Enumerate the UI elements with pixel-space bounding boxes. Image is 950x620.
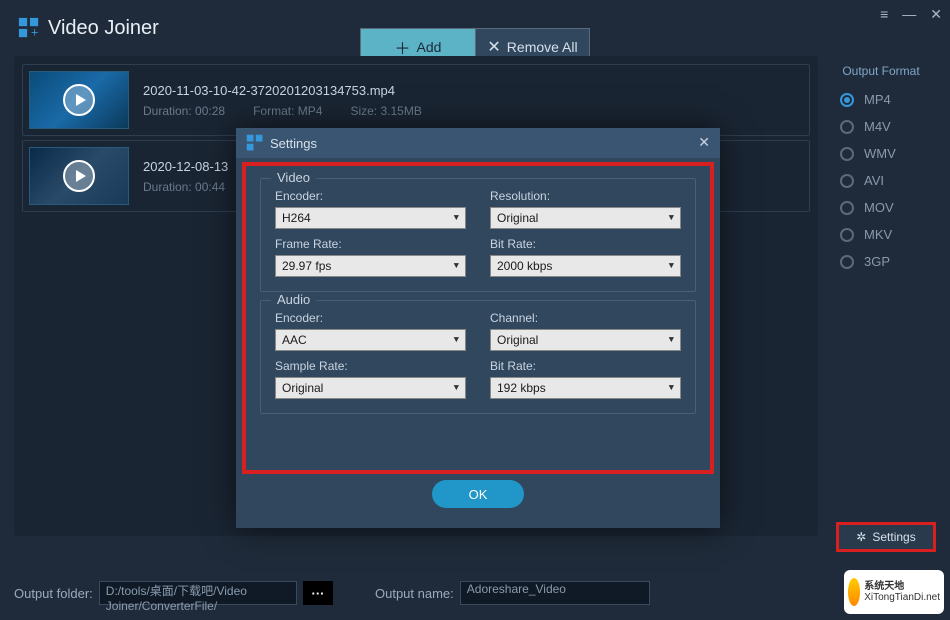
radio-icon [840,93,854,107]
play-icon [63,160,95,192]
app-logo-icon [246,134,264,152]
audio-group: Audio Encoder:AAC Channel:Original Sampl… [260,300,696,414]
radio-icon [840,255,854,269]
format-3gp[interactable]: 3GP [840,254,936,269]
format-wmv[interactable]: WMV [840,146,936,161]
ok-button[interactable]: OK [432,480,524,508]
video-thumbnail[interactable] [29,147,129,205]
audio-bitrate-select[interactable]: 192 kbps [490,377,681,399]
watermark-badge: 系统天地XiTongTianDi.net [844,570,944,614]
video-group: Video Encoder:H264 Resolution:Original F… [260,178,696,292]
minimize-icon[interactable]: — [902,6,916,23]
x-icon: ✕ [487,37,500,57]
format-mkv[interactable]: MKV [840,227,936,242]
settings-dialog: Settings ✕ Video Encoder:H264 Resolution… [236,128,720,528]
audio-encoder-select[interactable]: AAC [275,329,466,351]
close-icon[interactable]: ✕ [930,6,942,23]
output-folder-label: Output folder: [14,586,93,601]
svg-text:+: + [31,24,39,39]
format-mp4[interactable]: MP4 [840,92,936,107]
gear-icon: ✲ [856,530,866,544]
video-thumbnail[interactable] [29,71,129,129]
settings-button[interactable]: ✲Settings [836,522,936,552]
browse-button[interactable]: ··· [303,581,333,605]
radio-icon [840,120,854,134]
app-logo-icon: + [18,17,40,39]
radio-icon [840,174,854,188]
dialog-titlebar[interactable]: Settings ✕ [236,128,720,158]
file-name: 2020-12-08-13 [143,159,228,174]
radio-icon [840,147,854,161]
format-list: MP4 M4V WMV AVI MOV MKV 3GP [826,92,936,269]
radio-icon [840,201,854,215]
file-row[interactable]: 2020-11-03-10-42-3720201203134753.mp4 Du… [22,64,810,136]
menu-icon[interactable]: ≡ [880,6,888,23]
video-bitrate-select[interactable]: 2000 kbps [490,255,681,277]
format-mov[interactable]: MOV [840,200,936,215]
output-format-title: Output Format [826,64,936,78]
audio-samplerate-select[interactable]: Original [275,377,466,399]
format-avi[interactable]: AVI [840,173,936,188]
output-name-input[interactable]: Adoreshare_Video [460,581,650,605]
format-m4v[interactable]: M4V [840,119,936,134]
radio-icon [840,228,854,242]
video-encoder-select[interactable]: H264 [275,207,466,229]
video-resolution-select[interactable]: Original [490,207,681,229]
app-title: Video Joiner [48,17,159,40]
output-folder-input[interactable]: D:/tools/桌面/下载吧/Video Joiner/ConverterFi… [99,581,297,605]
video-framerate-select[interactable]: 29.97 fps [275,255,466,277]
play-icon [63,84,95,116]
dialog-close-icon[interactable]: ✕ [698,134,710,151]
audio-channel-select[interactable]: Original [490,329,681,351]
watermark-icon [848,578,860,606]
file-name: 2020-11-03-10-42-3720201203134753.mp4 [143,83,422,98]
output-name-label: Output name: [375,586,454,601]
